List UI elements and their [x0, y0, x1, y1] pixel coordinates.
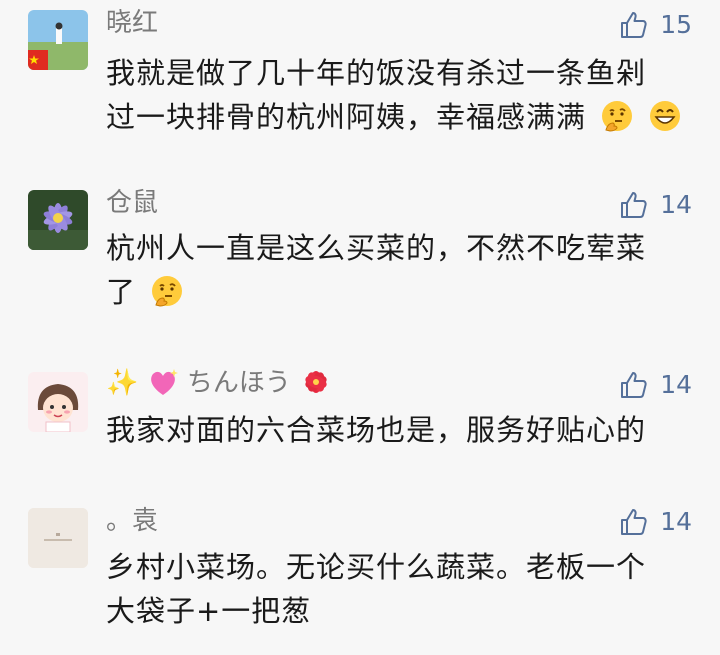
like-count: 14 [660, 507, 692, 536]
comment-line: 乡村小菜场。无论买什么蔬菜。老板一个 [106, 550, 647, 584]
comment-line: 过一块排骨的杭州阿姨，幸福感满满 [106, 100, 587, 134]
like-button[interactable]: 14 [618, 190, 692, 220]
like-button[interactable]: 14 [618, 507, 692, 537]
thinking-face-icon [602, 101, 633, 132]
comment-text: 乡村小菜场。无论买什么蔬菜。老板一个 大袋子+一把葱 [106, 545, 696, 633]
comment-text: 杭州人一直是这么买菜的，不然不吃荤菜 了 [106, 226, 696, 314]
author-name-text: ちんほう [186, 368, 291, 398]
avatar[interactable] [28, 508, 88, 568]
comment-author[interactable]: 。袁 [106, 506, 158, 536]
avatar[interactable] [28, 190, 88, 250]
avatar[interactable] [28, 10, 88, 70]
comment-line: 我就是做了几十年的饭没有杀过一条鱼剁 [106, 56, 647, 90]
comment-line: 了 [106, 275, 137, 309]
thumbs-up-icon [621, 12, 647, 38]
comment-author[interactable]: 晓红 [106, 8, 158, 38]
comment-text: 我家对面的六合菜场也是，服务好贴心的 [106, 408, 696, 452]
comment-author[interactable]: ✨ ちんほう [106, 366, 333, 398]
like-count: 15 [660, 10, 692, 39]
comment-author[interactable]: 仓鼠 [106, 188, 158, 218]
hibiscus-icon [305, 371, 327, 393]
like-button[interactable]: 14 [618, 370, 692, 400]
like-count: 14 [660, 190, 692, 219]
comment-line: 我家对面的六合菜场也是，服务好贴心的 [106, 413, 647, 447]
like-count: 14 [660, 370, 692, 399]
thumbs-up-icon [621, 509, 647, 535]
sparkles-icon: ✨ [106, 368, 139, 398]
grinning-face-icon [650, 101, 681, 131]
sparkling-heart-icon [150, 369, 178, 395]
avatar[interactable] [28, 372, 88, 432]
thinking-face-icon [152, 276, 183, 307]
thumbs-up-icon [621, 192, 647, 218]
comment-line-wrap: 了 [106, 270, 696, 314]
comment-line: 杭州人一直是这么买菜的，不然不吃荤菜 [106, 231, 647, 265]
thumbs-up-icon [621, 372, 647, 398]
like-button[interactable]: 15 [618, 10, 692, 40]
comment-line-wrap: 过一块排骨的杭州阿姨，幸福感满满 [106, 95, 696, 139]
comment-text: 我就是做了几十年的饭没有杀过一条鱼剁 过一块排骨的杭州阿姨，幸福感满满 [106, 51, 696, 139]
comment-line: 大袋子+一把葱 [106, 594, 312, 628]
